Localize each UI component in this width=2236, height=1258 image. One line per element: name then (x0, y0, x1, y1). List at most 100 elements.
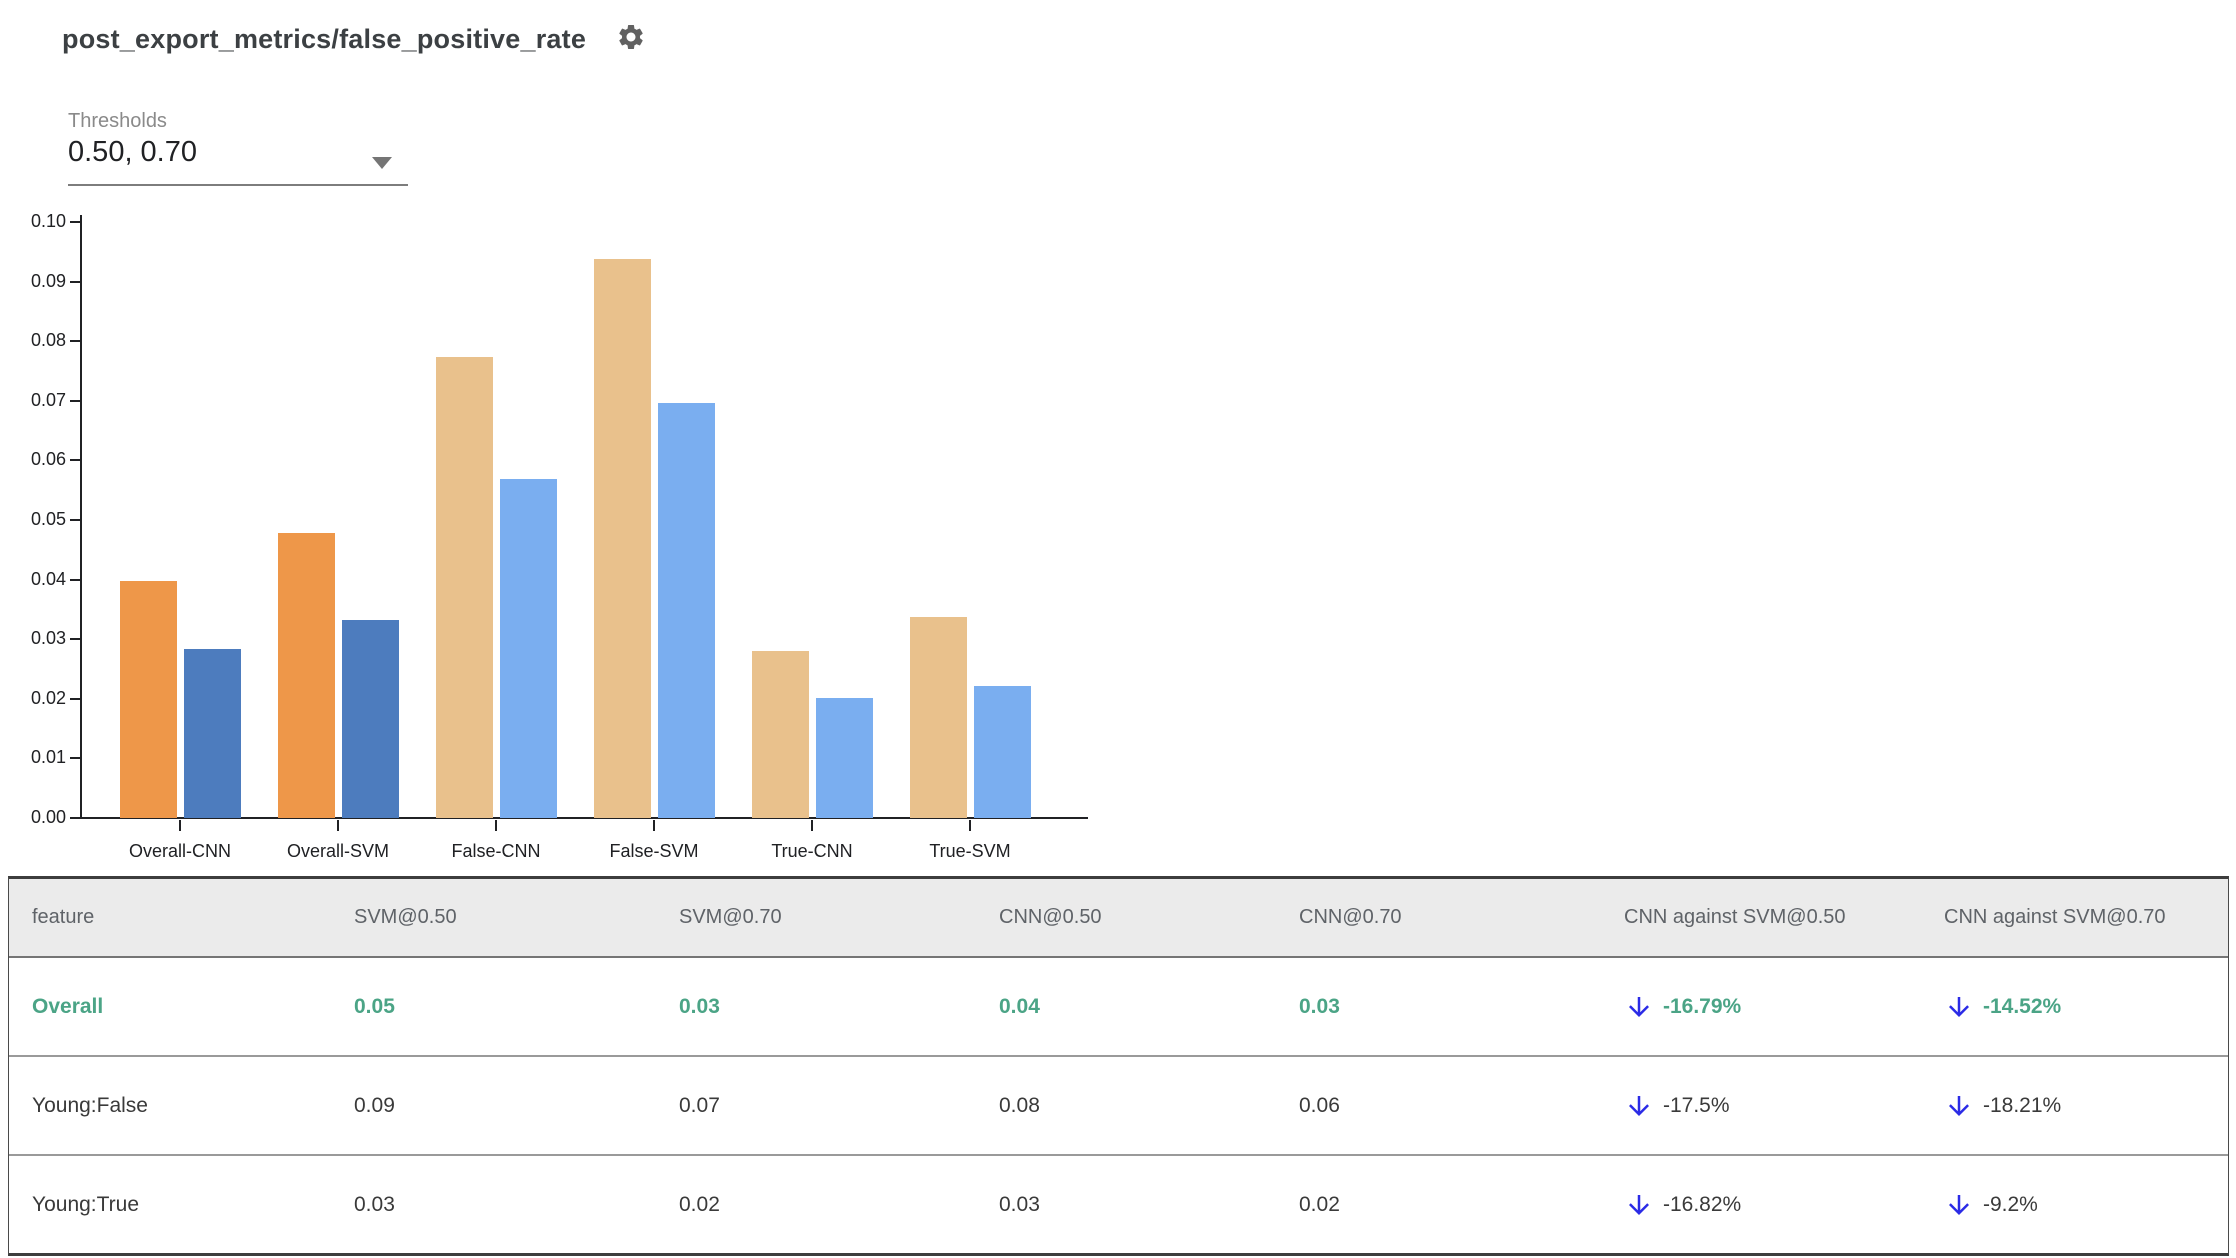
delta-cell: -17.5% (1624, 1091, 1944, 1121)
y-tick-mark (70, 817, 82, 819)
feature-cell: Young:True (32, 1192, 140, 1216)
thresholds-label: Thresholds (68, 110, 167, 132)
bar-group: Overall-CNN (101, 222, 259, 861)
down-arrow-icon (1629, 996, 1649, 1017)
bar-group: True-SVM (891, 222, 1049, 861)
y-tick-label: 0.04 (30, 568, 66, 589)
header-cell: CNN@0.70 (1299, 906, 1402, 928)
delta-value: -14.52% (1983, 994, 2062, 1018)
table-row: Young:False 0.09 0.07 0.08 0.06 -17.5% -18.21% (9, 1055, 2228, 1154)
x-tick-mark (811, 820, 813, 831)
value-cell: 0.08 (999, 1093, 1040, 1117)
bar (341, 620, 399, 818)
y-tick-mark (70, 578, 82, 581)
y-tick-mark (70, 340, 82, 343)
bar-groups: Overall-CNN Overall-SVM False-CNN False-SVM… (82, 222, 1085, 861)
x-tick-mark (653, 820, 655, 831)
bar-group: False-SVM (575, 222, 733, 861)
y-tick-label: 0.03 (30, 628, 66, 649)
x-tick-mark (179, 820, 181, 831)
delta-value: -16.79% (1663, 994, 1742, 1018)
x-axis-label: False-CNN (451, 841, 541, 861)
y-tick-mark (70, 459, 82, 462)
y-tick-label: 0.09 (30, 270, 66, 291)
header-cell: SVM@0.50 (354, 906, 457, 928)
value-cell: 0.04 (999, 994, 1040, 1018)
y-tick-mark (70, 757, 82, 760)
bar-group: Overall-SVM (259, 222, 417, 861)
table-row: Young:True 0.03 0.02 0.03 0.02 -16.82% -9.2% (9, 1154, 2228, 1253)
delta-cell: -9.2% (1944, 1190, 2228, 1220)
y-tick-mark (70, 399, 82, 402)
x-axis-label: Overall-SVM (286, 841, 389, 861)
header-cell: CNN against SVM@0.70 (1944, 906, 2166, 928)
value-cell: 0.03 (1299, 994, 1340, 1018)
bar (119, 581, 177, 818)
feature-cell: Young:False (32, 1093, 148, 1117)
x-axis-label: True-CNN (771, 841, 853, 861)
y-tick-label: 0.10 (30, 211, 66, 231)
down-arrow-icon (1629, 1095, 1649, 1116)
fairness-metrics-panel: post_export_metrics/false_positive_rate … (0, 0, 2236, 1258)
down-arrow-icon (1949, 1194, 1969, 1215)
metrics-table: feature SVM@0.50 SVM@0.70 CNN@0.50 CNN@0.70 C… (8, 876, 2229, 1256)
thresholds-underline (68, 184, 408, 186)
value-cell: 0.03 (679, 994, 720, 1018)
table-row: Overall 0.05 0.03 0.04 0.03 -16.79% -14.52% (9, 958, 2228, 1055)
y-tick-label: 0.07 (30, 389, 66, 410)
table-header-row: feature SVM@0.50 SVM@0.70 CNN@0.50 CNN@0.70 C… (9, 879, 2228, 958)
y-tick-mark (70, 697, 82, 700)
value-cell: 0.02 (679, 1192, 720, 1216)
thresholds-select[interactable]: 0.50, 0.70 (68, 136, 197, 169)
y-tick-mark (70, 280, 82, 283)
delta-value: -16.82% (1663, 1192, 1742, 1216)
value-cell: 0.03 (999, 1192, 1040, 1216)
y-tick-mark (70, 638, 82, 641)
bar (435, 357, 493, 818)
header-cell: CNN@0.50 (999, 906, 1102, 928)
delta-cell: -16.82% (1624, 1190, 1944, 1220)
bar (657, 403, 715, 818)
bar (183, 649, 241, 818)
y-tick-label: 0.01 (30, 747, 66, 768)
bar-group: False-CNN (417, 222, 575, 861)
delta-value: -17.5% (1663, 1093, 1730, 1117)
bar (909, 617, 967, 818)
settings-gear-icon[interactable] (615, 22, 647, 54)
down-arrow-icon (1949, 1095, 1969, 1116)
y-tick-label: 0.06 (30, 449, 66, 470)
y-tick-label: 0.08 (30, 330, 66, 351)
bar (499, 479, 557, 818)
plot-area: Overall-CNN Overall-SVM False-CNN False-SVM… (31, 211, 1085, 861)
y-tick-mark (70, 519, 82, 521)
value-cell: 0.09 (354, 1093, 395, 1117)
y-tick-label: 0.02 (30, 687, 66, 708)
bar-group: True-CNN (733, 222, 891, 861)
down-arrow-icon (1629, 1194, 1649, 1215)
header-cell: feature (32, 906, 95, 928)
x-tick-mark (337, 820, 339, 831)
y-tick-mark (70, 221, 82, 223)
value-cell: 0.06 (1299, 1093, 1340, 1117)
y-tick-label: 0.00 (30, 807, 66, 827)
bar (751, 651, 809, 818)
bar (973, 686, 1031, 818)
false-positive-rate-bar-chart: Overall-CNN Overall-SVM False-CNN False-SVM… (0, 211, 1140, 875)
delta-value: -9.2% (1983, 1192, 2038, 1216)
x-tick-mark (969, 820, 971, 831)
delta-cell: -18.21% (1944, 1091, 2228, 1121)
header-cell: SVM@0.70 (679, 906, 782, 928)
down-arrow-icon (1949, 996, 1969, 1017)
delta-value: -18.21% (1983, 1093, 2062, 1117)
value-cell: 0.05 (354, 994, 395, 1018)
x-axis-label: False-SVM (609, 841, 699, 861)
x-axis-label: Overall-CNN (128, 841, 231, 861)
delta-cell: -16.79% (1624, 992, 1944, 1022)
x-tick-mark (495, 820, 497, 831)
chevron-down-icon[interactable] (372, 157, 392, 169)
bar (593, 259, 651, 818)
header-cell: CNN against SVM@0.50 (1624, 906, 1846, 928)
y-tick-label: 0.05 (30, 509, 66, 529)
bar (815, 698, 873, 818)
value-cell: 0.02 (1299, 1192, 1340, 1216)
